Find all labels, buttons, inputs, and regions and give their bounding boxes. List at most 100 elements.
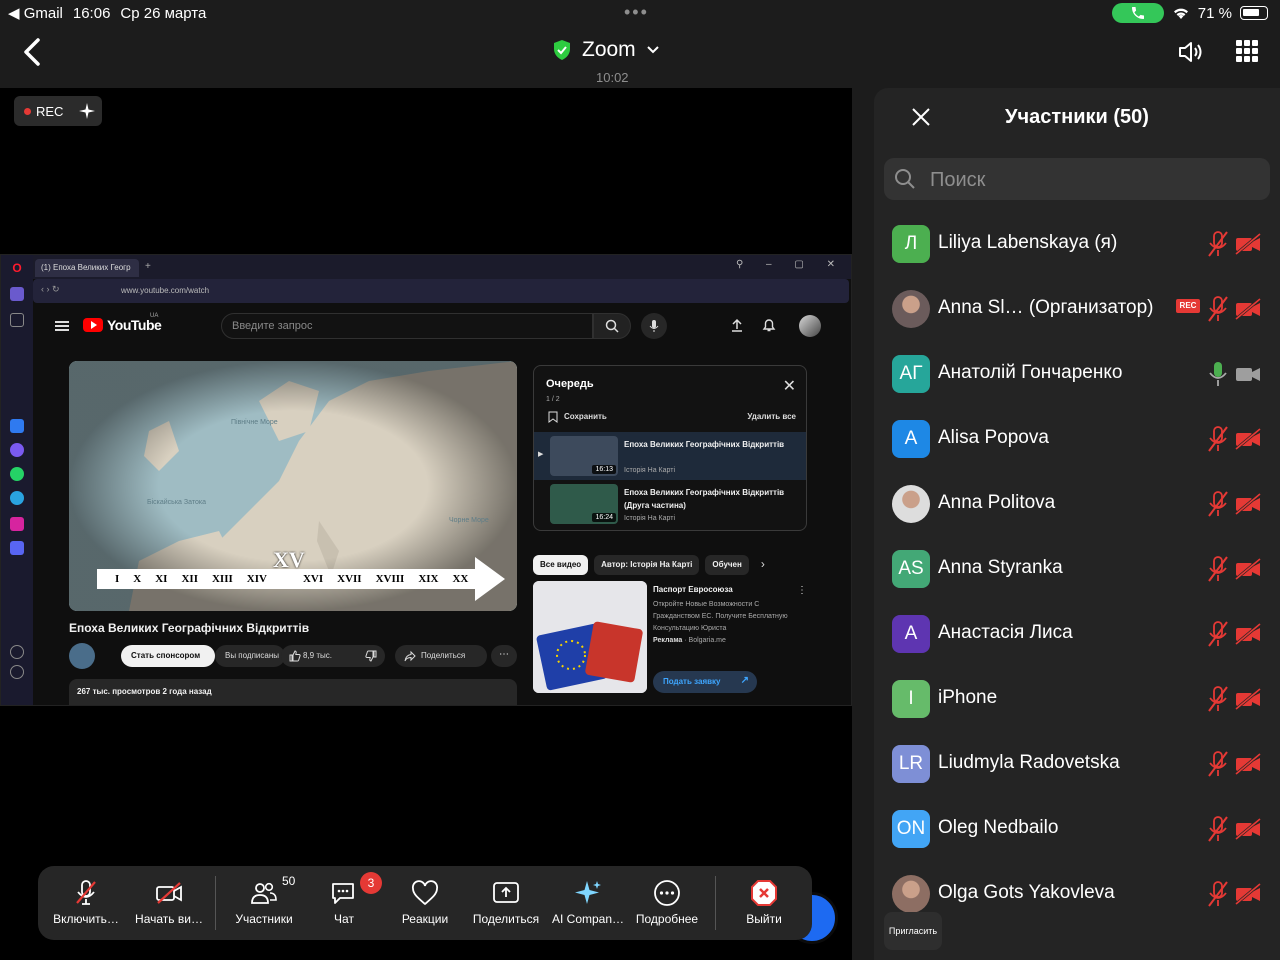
ad-cta-button[interactable]: Подать заявку ↗ bbox=[653, 671, 757, 693]
chevron-left-icon[interactable] bbox=[18, 36, 46, 68]
participant-row[interactable]: Anna Politova bbox=[874, 473, 1280, 538]
participant-row[interactable]: А Анастасія Лиса bbox=[874, 603, 1280, 668]
participant-row[interactable]: Anna Sl… (Организатор) REC bbox=[874, 278, 1280, 343]
nav-arrows-icon[interactable]: ‹ › ↻ bbox=[41, 284, 60, 295]
participant-row[interactable]: LR Liudmyla Radovetska bbox=[874, 733, 1280, 798]
avatar bbox=[892, 485, 930, 523]
subscribed-button[interactable]: Вы подписаны bbox=[215, 645, 285, 667]
like-button[interactable]: 8,9 тыс. bbox=[281, 645, 385, 667]
more-button[interactable]: Подробнее bbox=[630, 866, 704, 940]
ai-icon[interactable] bbox=[10, 419, 24, 433]
participant-row[interactable]: АГ Анатолій Гончаренко bbox=[874, 343, 1280, 408]
youtube-logo[interactable]: YouTube bbox=[83, 317, 162, 333]
telegram-icon[interactable] bbox=[10, 491, 24, 505]
grid-icon[interactable] bbox=[1236, 40, 1258, 62]
youtube-search-button[interactable] bbox=[593, 313, 631, 339]
participants-search-input[interactable]: Поиск bbox=[884, 158, 1270, 200]
video-player[interactable]: Північне Море Біскайська Затока Чорне Мо… bbox=[69, 361, 517, 611]
camera-off-icon[interactable] bbox=[1234, 233, 1262, 255]
description-box[interactable]: 267 тыс. просмотров 2 года назад bbox=[69, 679, 517, 705]
more-actions-icon[interactable]: ⋯ bbox=[491, 645, 517, 667]
camera-off-icon[interactable] bbox=[1234, 298, 1262, 320]
mic-muted-icon[interactable] bbox=[1204, 619, 1232, 649]
history-icon[interactable] bbox=[10, 665, 24, 679]
share-button[interactable]: Поделиться bbox=[395, 645, 487, 667]
camera-off-icon[interactable] bbox=[1234, 493, 1262, 515]
thumbs-down-icon[interactable] bbox=[365, 650, 377, 662]
instagram-icon[interactable] bbox=[10, 517, 24, 531]
bookmark-icon[interactable] bbox=[10, 313, 24, 327]
mic-muted-icon[interactable] bbox=[1204, 684, 1232, 714]
window-controls[interactable]: ⚲ – ▢ ✕ bbox=[736, 259, 845, 270]
mic-muted-icon[interactable] bbox=[1204, 879, 1232, 909]
camera-off-icon[interactable] bbox=[1234, 428, 1262, 450]
speaker-icon[interactable] bbox=[1176, 38, 1204, 66]
multitasking-dots-icon[interactable]: ••• bbox=[624, 2, 649, 23]
mic-on-icon[interactable] bbox=[1204, 359, 1232, 389]
queue-clear-button[interactable]: Удалить все bbox=[747, 412, 796, 421]
active-call-indicator[interactable] bbox=[1111, 3, 1164, 23]
chip-author[interactable]: Автор: Історія На Карті bbox=[594, 555, 700, 575]
camera-off-icon[interactable] bbox=[1234, 623, 1262, 645]
camera-off-icon[interactable] bbox=[1234, 688, 1262, 710]
share-screen-button[interactable]: Поделиться bbox=[466, 866, 546, 940]
mic-muted-icon[interactable] bbox=[1204, 424, 1232, 454]
chevron-right-icon[interactable]: › bbox=[755, 555, 771, 575]
home-icon[interactable] bbox=[10, 287, 24, 301]
chip-all[interactable]: Все видео bbox=[533, 555, 589, 575]
camera-off-icon[interactable] bbox=[1234, 883, 1262, 905]
whatsapp-icon[interactable] bbox=[10, 467, 24, 481]
close-icon[interactable]: ✕ bbox=[783, 379, 796, 395]
heart-icon[interactable] bbox=[10, 645, 24, 659]
messenger-icon[interactable] bbox=[10, 443, 24, 457]
bell-icon[interactable] bbox=[761, 317, 777, 333]
recording-badge[interactable]: REC bbox=[14, 96, 102, 126]
menu-icon[interactable] bbox=[55, 321, 69, 331]
unmute-button[interactable]: Включить… bbox=[48, 866, 124, 940]
browser-tab[interactable]: (1) Епоха Великих Геогр bbox=[35, 259, 139, 277]
shield-check-icon bbox=[554, 40, 570, 60]
address-bar[interactable]: ‹ › ↻ www.youtube.com/watch bbox=[33, 279, 849, 303]
discord-icon[interactable] bbox=[10, 541, 24, 555]
sponsor-button[interactable]: Стать спонсором bbox=[121, 645, 215, 667]
ad-menu-icon[interactable]: ⋮ bbox=[797, 585, 807, 596]
chat-button[interactable]: 3 Чат bbox=[310, 866, 382, 940]
mic-muted-icon[interactable] bbox=[1204, 554, 1232, 584]
ad-title[interactable]: Паспорт Евросоюза bbox=[653, 585, 733, 594]
queue-save-button[interactable]: Сохранить bbox=[564, 412, 607, 421]
channel-avatar[interactable] bbox=[69, 643, 95, 669]
meeting-title-dropdown[interactable]: Zoom bbox=[552, 38, 660, 62]
queue-item[interactable]: ▶ 16:13 Епоха Великих Географічних Відкр… bbox=[534, 432, 806, 480]
participant-row[interactable]: Л Liliya Labenskaya (я) bbox=[874, 213, 1280, 278]
leave-button[interactable]: Выйти bbox=[728, 866, 800, 940]
voice-search-icon[interactable] bbox=[641, 313, 667, 339]
mic-muted-icon[interactable] bbox=[1204, 229, 1232, 259]
participant-row[interactable]: ON Oleg Nedbailo bbox=[874, 798, 1280, 863]
mic-muted-icon[interactable] bbox=[1204, 489, 1232, 519]
camera-off-icon[interactable] bbox=[1234, 753, 1262, 775]
mic-muted-icon[interactable] bbox=[1204, 814, 1232, 844]
camera-off-icon[interactable] bbox=[1234, 818, 1262, 840]
camera-off-icon[interactable] bbox=[1234, 558, 1262, 580]
opera-logo-icon[interactable]: O bbox=[10, 261, 24, 275]
participant-row[interactable]: A Alisa Popova bbox=[874, 408, 1280, 473]
invite-button[interactable]: Пригласить bbox=[884, 912, 942, 950]
youtube-search-input[interactable]: Введите запрос bbox=[221, 313, 593, 339]
upload-icon[interactable] bbox=[729, 317, 745, 333]
back-to-app-link[interactable]: ◀ Gmail bbox=[8, 4, 63, 22]
ad-thumbnail[interactable] bbox=[533, 581, 647, 693]
account-avatar[interactable] bbox=[799, 315, 821, 337]
camera-on-icon[interactable] bbox=[1234, 363, 1262, 385]
participant-row[interactable]: AS Anna Styranka bbox=[874, 538, 1280, 603]
chip-learning[interactable]: Обучен bbox=[705, 555, 749, 575]
queue-item[interactable]: 16:24 Епоха Великих Географічних Відкрит… bbox=[534, 480, 806, 528]
mic-muted-icon[interactable] bbox=[1204, 294, 1232, 324]
ai-companion-button[interactable]: AI Compan… bbox=[548, 866, 628, 940]
participant-row[interactable]: IiPhone bbox=[874, 668, 1280, 733]
new-tab-icon[interactable]: + bbox=[145, 261, 151, 272]
shared-browser-window[interactable]: O (1) Епоха Великих Геогр + ⚲ – ▢ ✕ ‹ › … bbox=[0, 254, 852, 706]
participants-button[interactable]: 50 Участники bbox=[226, 866, 302, 940]
reactions-button[interactable]: Реакции bbox=[388, 866, 462, 940]
start-video-button[interactable]: Начать ви… bbox=[130, 866, 208, 940]
mic-muted-icon[interactable] bbox=[1204, 749, 1232, 779]
